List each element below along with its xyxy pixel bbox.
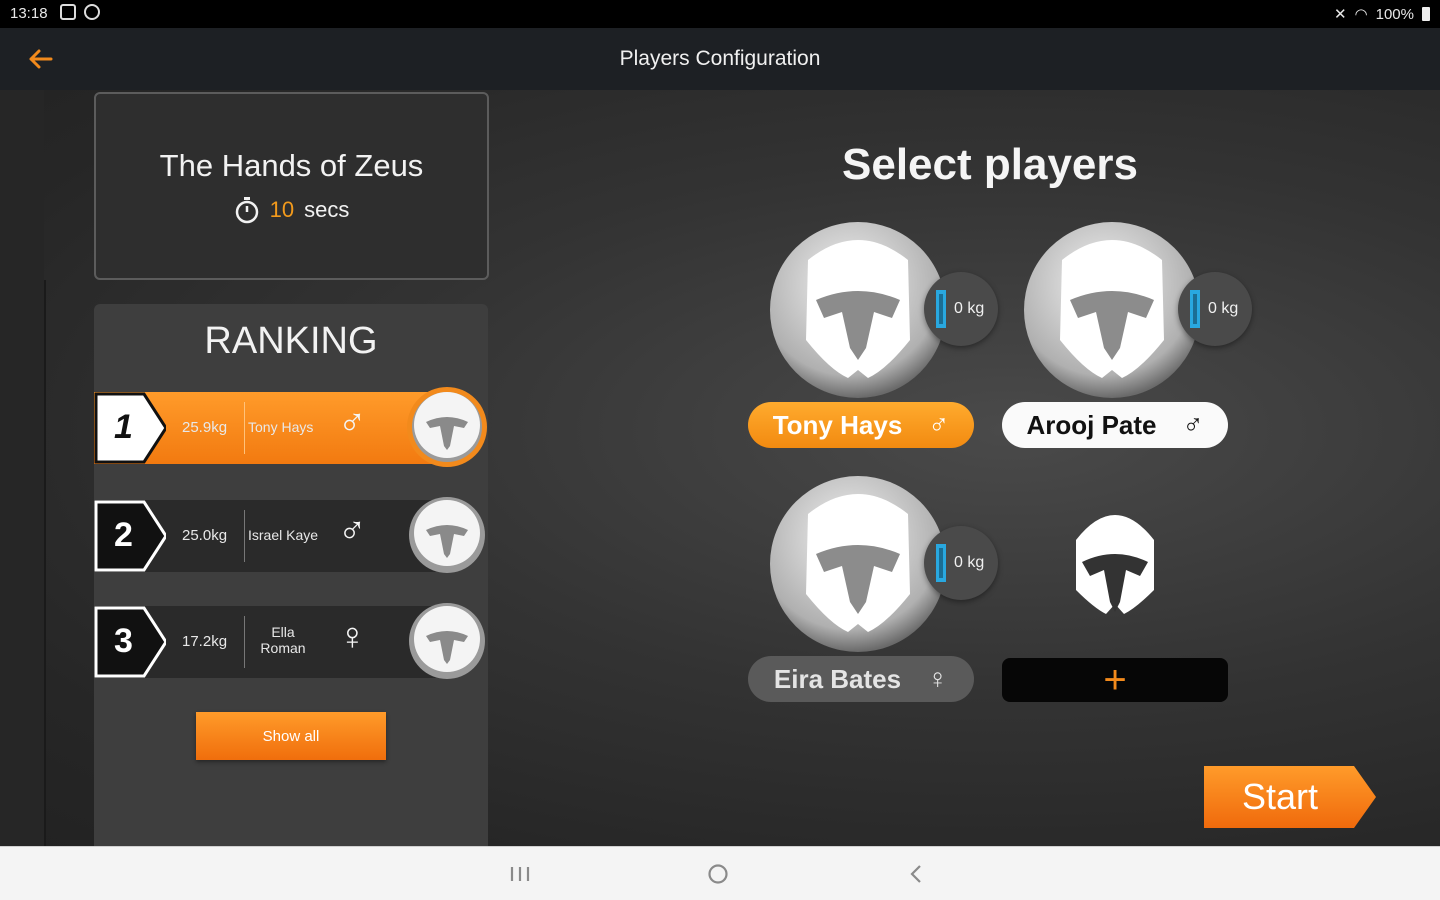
weight-indicator: 0 kg bbox=[924, 526, 998, 600]
add-player-button[interactable]: + bbox=[1002, 658, 1228, 702]
gauge-icon bbox=[1190, 290, 1200, 328]
recent-apps-button[interactable] bbox=[500, 859, 540, 889]
rank-weight: 25.0kg bbox=[182, 527, 228, 544]
rank-weight: 17.2kg bbox=[182, 633, 228, 650]
ranking-panel: RANKING 1 25.9kg Tony Hays ♂ 2 25.0kg Is… bbox=[94, 304, 488, 846]
gauge-icon bbox=[936, 290, 946, 328]
player-name-pill[interactable]: Arooj Pate ♂ bbox=[1002, 402, 1228, 448]
male-icon: ♂ bbox=[928, 409, 950, 440]
status-bar: 13:18 ✕ ◠ 100% bbox=[0, 0, 1440, 28]
player-name: Eira Bates bbox=[773, 663, 902, 694]
player-name-pill[interactable]: Tony Hays ♂ bbox=[748, 402, 974, 448]
player-card[interactable]: 0 kg Tony Hays ♂ bbox=[748, 220, 998, 450]
show-all-button[interactable]: Show all bbox=[196, 712, 386, 760]
app-bar: Players Configuration bbox=[0, 28, 1440, 90]
rank-name: Israel Kaye bbox=[248, 527, 319, 543]
chevron-left-icon bbox=[910, 865, 921, 883]
rank-number: 1 bbox=[114, 408, 133, 446]
gallery-icon bbox=[60, 4, 76, 20]
helmet-avatar-icon bbox=[1024, 222, 1200, 398]
mute-icon: ✕ bbox=[1333, 6, 1347, 23]
system-nav-bar bbox=[0, 846, 1440, 900]
ranking-row[interactable]: 3 17.2kg Ella Roman ♀ bbox=[94, 603, 488, 679]
select-players-title: Select players bbox=[842, 140, 1138, 189]
helmet-avatar-icon bbox=[770, 476, 946, 652]
status-time: 13:18 bbox=[10, 5, 48, 22]
weight-value: 0 kg bbox=[954, 300, 985, 317]
player-card[interactable]: 0 kg Arooj Pate ♂ bbox=[1002, 220, 1252, 450]
weight-indicator: 0 kg bbox=[924, 272, 998, 346]
weight-indicator: 0 kg bbox=[1178, 272, 1252, 346]
wifi-icon: ◠ bbox=[1354, 6, 1368, 23]
helmet-avatar-icon bbox=[409, 497, 485, 573]
game-title: The Hands of Zeus bbox=[159, 148, 424, 183]
game-card: The Hands of Zeus 10 secs bbox=[94, 92, 489, 280]
ranking-row[interactable]: 2 25.0kg Israel Kaye ♂ bbox=[94, 497, 488, 573]
page-title: Players Configuration bbox=[619, 47, 821, 70]
player-name-pill[interactable]: Eira Bates ♀ bbox=[748, 656, 974, 702]
rank-number: 2 bbox=[114, 516, 133, 554]
game-time: 10 secs bbox=[96, 196, 487, 224]
game-time-unit: secs bbox=[304, 197, 350, 222]
helmet-icon bbox=[1076, 515, 1154, 614]
female-icon: ♀ bbox=[338, 616, 367, 658]
recents-icon bbox=[510, 867, 530, 881]
system-back-button[interactable] bbox=[896, 859, 936, 889]
weight-value: 0 kg bbox=[954, 554, 985, 571]
home-circle-icon bbox=[708, 864, 728, 884]
rank-weight: 25.9kg bbox=[182, 419, 228, 436]
stopwatch-icon bbox=[235, 197, 258, 224]
rank-separator bbox=[244, 402, 245, 454]
battery-icon bbox=[1422, 7, 1430, 21]
rank-number: 3 bbox=[114, 622, 133, 660]
game-time-value: 10 bbox=[269, 197, 295, 222]
player-name: Tony Hays bbox=[772, 409, 903, 440]
female-icon: ♀ bbox=[927, 663, 949, 694]
helmet-avatar-icon bbox=[407, 387, 487, 467]
male-icon: ♂ bbox=[338, 402, 367, 444]
status-notification-icons bbox=[60, 4, 100, 20]
rank-separator bbox=[244, 616, 245, 668]
rank-name: Tony Hays bbox=[248, 419, 314, 435]
home-button[interactable] bbox=[698, 859, 738, 889]
whatsapp-icon bbox=[84, 4, 100, 20]
main-area: The Hands of Zeus 10 secs RANKING 1 25.9… bbox=[0, 90, 1440, 846]
ranking-title: RANKING bbox=[204, 320, 378, 362]
gauge-icon bbox=[936, 544, 946, 582]
left-divider bbox=[44, 280, 46, 846]
start-label: Start bbox=[1242, 776, 1319, 817]
helmet-avatar-icon bbox=[770, 222, 946, 398]
helmet-avatar-icon bbox=[409, 603, 485, 679]
battery-percent: 100% bbox=[1375, 5, 1414, 23]
left-strip bbox=[0, 90, 44, 846]
rank-name: Ella Roman bbox=[260, 624, 306, 656]
start-button[interactable]: Start bbox=[1204, 766, 1376, 828]
male-icon: ♂ bbox=[338, 510, 367, 552]
status-right: ✕ ◠ 100% bbox=[1334, 5, 1430, 23]
male-icon: ♂ bbox=[1182, 409, 1204, 440]
ranking-row[interactable]: 1 25.9kg Tony Hays ♂ bbox=[94, 387, 488, 467]
rank-separator bbox=[244, 510, 245, 562]
player-card[interactable]: 0 kg Eira Bates ♀ bbox=[748, 474, 998, 704]
weight-value: 0 kg bbox=[1208, 300, 1239, 317]
player-name: Arooj Pate bbox=[1026, 409, 1157, 440]
